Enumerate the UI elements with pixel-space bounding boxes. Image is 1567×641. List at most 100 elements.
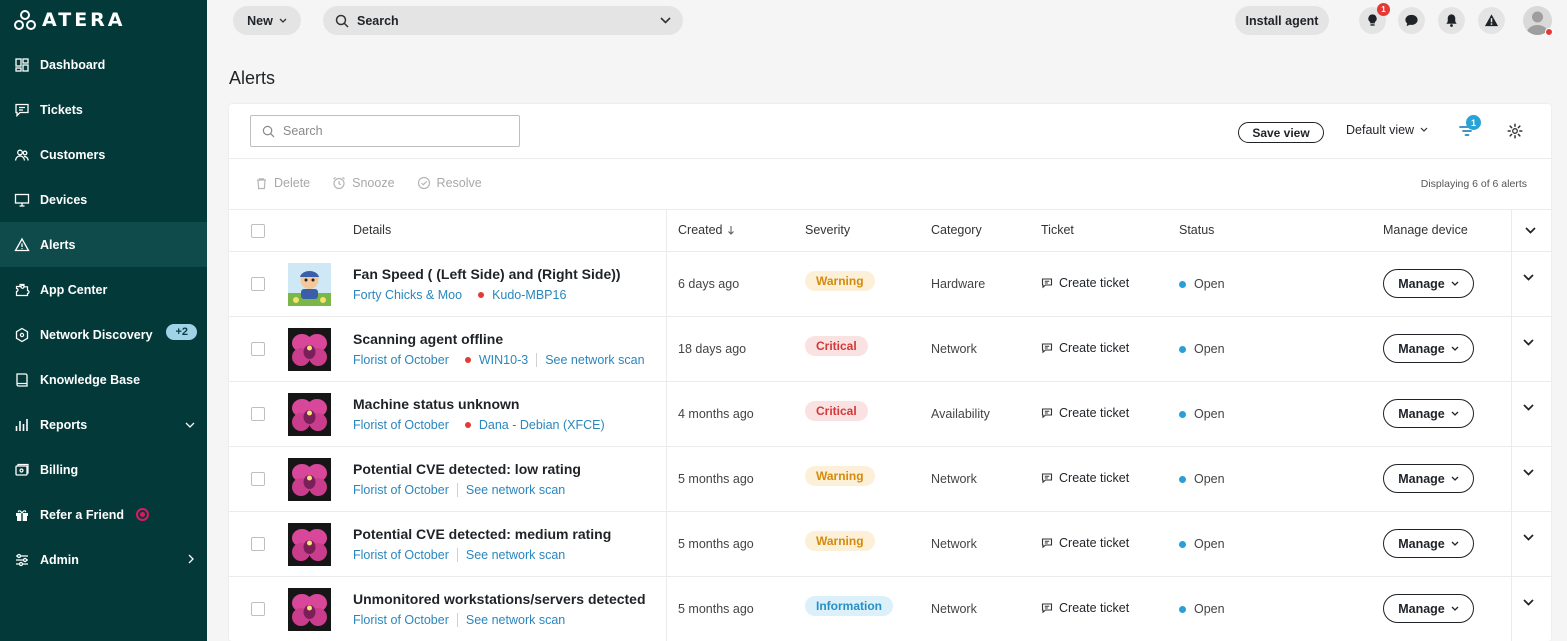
sidebar-item-network-discovery[interactable]: Network Discovery +2: [0, 312, 207, 357]
new-button[interactable]: New: [233, 6, 301, 35]
manage-label: Manage: [1398, 406, 1445, 421]
create-ticket-button[interactable]: Create ticket: [1041, 536, 1129, 550]
customer-link[interactable]: Florist of October: [353, 548, 449, 562]
row-checkbox[interactable]: [251, 602, 265, 616]
customer-link[interactable]: Florist of October: [353, 613, 449, 627]
customer-link[interactable]: Florist of October: [353, 353, 449, 367]
row-checkbox[interactable]: [251, 277, 265, 291]
alert-title[interactable]: Potential CVE detected: medium rating: [353, 526, 611, 542]
sidebar-item-badge: +2: [166, 324, 197, 340]
sidebar-item-dashboard[interactable]: Dashboard: [0, 42, 207, 87]
sidebar-item-tickets[interactable]: Tickets: [0, 87, 207, 132]
col-severity[interactable]: Severity: [805, 223, 850, 237]
sidebar-item-refer-a-friend[interactable]: Refer a Friend: [0, 492, 207, 537]
col-manage-device[interactable]: Manage device: [1383, 223, 1468, 237]
page-title: Alerts: [229, 68, 276, 88]
select-all-checkbox[interactable]: [251, 224, 265, 238]
col-category[interactable]: Category: [931, 223, 982, 237]
install-agent-button[interactable]: Install agent: [1235, 6, 1329, 35]
default-view-dropdown[interactable]: Default view: [1346, 123, 1428, 137]
expand-row-icon[interactable]: [1523, 534, 1534, 541]
warnings-button[interactable]: [1478, 7, 1505, 34]
create-ticket-button[interactable]: Create ticket: [1041, 341, 1129, 355]
table-row[interactable]: Unmonitored workstations/servers detecte…: [229, 576, 1551, 641]
chevron-down-icon: [1451, 411, 1459, 416]
create-ticket-button[interactable]: Create ticket: [1041, 276, 1129, 290]
customer-link[interactable]: Florist of October: [353, 418, 449, 432]
alert-title[interactable]: Scanning agent offline: [353, 331, 503, 347]
gear-icon[interactable]: [1507, 123, 1523, 139]
expand-row-icon[interactable]: [1523, 339, 1534, 346]
snooze-button[interactable]: Snooze: [332, 176, 395, 190]
manage-device-button[interactable]: Manage: [1383, 594, 1474, 623]
device-link[interactable]: Dana - Debian (XFCE): [479, 418, 605, 432]
customer-link[interactable]: Forty Chicks & Moo: [353, 288, 462, 302]
device-link[interactable]: WIN10-3: [479, 353, 528, 367]
chevron-down-icon: [1451, 476, 1459, 481]
app-center-icon: [14, 282, 30, 298]
sidebar-item-app-center[interactable]: App Center: [0, 267, 207, 312]
alert-title[interactable]: Fan Speed ( (Left Side) and (Right Side)…: [353, 266, 621, 282]
alert-title[interactable]: Potential CVE detected: low rating: [353, 461, 581, 477]
create-ticket-button[interactable]: Create ticket: [1041, 471, 1129, 485]
chevron-down-icon: [1451, 541, 1459, 546]
col-status[interactable]: Status: [1179, 223, 1214, 237]
notifications-button[interactable]: [1438, 7, 1465, 34]
tips-button[interactable]: 1: [1359, 3, 1390, 34]
create-ticket-button[interactable]: Create ticket: [1041, 406, 1129, 420]
network-scan-link[interactable]: See network scan: [466, 613, 565, 627]
alert-title[interactable]: Machine status unknown: [353, 396, 519, 412]
sidebar-item-reports[interactable]: Reports: [0, 402, 207, 447]
manage-device-button[interactable]: Manage: [1383, 464, 1474, 493]
table-row[interactable]: Potential CVE detected: low rating Floris…: [229, 446, 1551, 511]
customer-link[interactable]: Florist of October: [353, 483, 449, 497]
alert-links: Florist of October Dana - Debian (XFCE): [353, 418, 605, 432]
delete-button[interactable]: Delete: [255, 176, 310, 190]
sidebar-item-label: Knowledge Base: [40, 372, 141, 387]
alerts-search-input[interactable]: Search: [250, 115, 520, 147]
col-details[interactable]: Details: [353, 223, 391, 237]
network-scan-link[interactable]: See network scan: [545, 353, 644, 367]
global-search[interactable]: Search: [323, 6, 683, 35]
sidebar-item-label: Network Discovery: [40, 327, 153, 342]
resolve-button[interactable]: Resolve: [417, 176, 482, 190]
manage-device-button[interactable]: Manage: [1383, 269, 1474, 298]
customer-logo: [288, 588, 331, 631]
row-checkbox[interactable]: [251, 342, 265, 356]
create-ticket-button[interactable]: Create ticket: [1041, 601, 1129, 615]
table-row[interactable]: Potential CVE detected: medium rating Flo…: [229, 511, 1551, 576]
table-row[interactable]: Machine status unknown Florist of October…: [229, 381, 1551, 446]
expand-all-icon[interactable]: [1525, 227, 1536, 234]
expand-row-icon[interactable]: [1523, 404, 1534, 411]
network-scan-link[interactable]: See network scan: [466, 483, 565, 497]
table-row[interactable]: Scanning agent offline Florist of October…: [229, 316, 1551, 381]
row-checkbox[interactable]: [251, 472, 265, 486]
resolve-label: Resolve: [436, 176, 482, 190]
expand-row-icon[interactable]: [1523, 274, 1534, 281]
status-dot: [1179, 410, 1186, 418]
expand-row-icon[interactable]: [1523, 599, 1534, 606]
row-checkbox[interactable]: [251, 407, 265, 421]
alert-title[interactable]: Unmonitored workstations/servers detecte…: [353, 591, 646, 607]
row-checkbox[interactable]: [251, 537, 265, 551]
manage-device-button[interactable]: Manage: [1383, 334, 1474, 363]
expand-row-icon[interactable]: [1523, 469, 1534, 476]
sidebar-item-knowledge-base[interactable]: Knowledge Base: [0, 357, 207, 402]
col-ticket[interactable]: Ticket: [1041, 223, 1074, 237]
table-row[interactable]: Fan Speed ( (Left Side) and (Right Side)…: [229, 251, 1551, 316]
sidebar-item-customers[interactable]: Customers: [0, 132, 207, 177]
sidebar-item-admin[interactable]: Admin: [0, 537, 207, 582]
network-scan-link[interactable]: See network scan: [466, 548, 565, 562]
col-created[interactable]: Created: [678, 223, 735, 237]
manage-device-button[interactable]: Manage: [1383, 399, 1474, 428]
device-link[interactable]: Kudo-MBP16: [492, 288, 566, 302]
chat-button[interactable]: [1398, 7, 1425, 34]
sidebar-item-billing[interactable]: Billing: [0, 447, 207, 492]
atera-logo[interactable]: ATERA: [14, 9, 126, 31]
alert-status: Open: [1179, 472, 1225, 486]
sidebar-item-devices[interactable]: Devices: [0, 177, 207, 222]
sidebar-item-alerts[interactable]: Alerts: [0, 222, 207, 267]
save-view-button[interactable]: Save view: [1238, 122, 1324, 143]
tips-badge: 1: [1377, 3, 1390, 16]
manage-device-button[interactable]: Manage: [1383, 529, 1474, 558]
